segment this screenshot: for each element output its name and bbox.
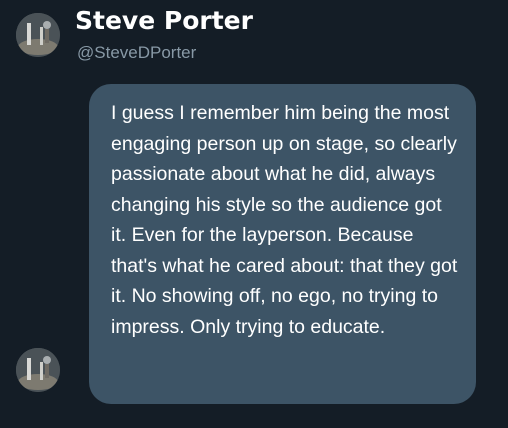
avatar-photo-icon <box>16 13 60 57</box>
avatar[interactable] <box>16 348 60 392</box>
user-handle[interactable]: @SteveDPorter <box>77 42 196 64</box>
display-name[interactable]: Steve Porter <box>75 4 253 38</box>
avatar-photo-icon <box>16 348 60 392</box>
avatar[interactable] <box>16 13 60 57</box>
message-bubble: I guess I remember him being the most en… <box>89 84 476 404</box>
message-text: I guess I remember him being the most en… <box>111 102 458 338</box>
